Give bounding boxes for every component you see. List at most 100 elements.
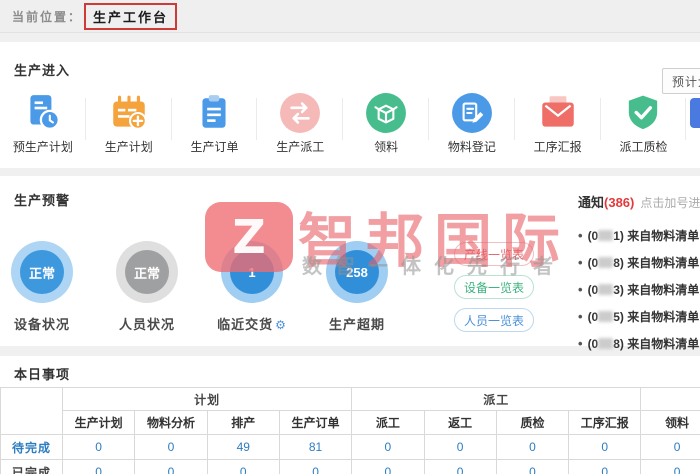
clipped-icon[interactable] [690, 98, 700, 128]
entry-item-label: 工序汇报 [534, 138, 582, 155]
cell-value[interactable]: 0 [135, 435, 207, 460]
gauge-value: 正常 [20, 250, 64, 294]
gauge-label-personnel: 人员状况 [87, 314, 207, 333]
doc-pen-icon [451, 92, 493, 134]
table-corner-cell [1, 388, 63, 435]
cell-value[interactable]: 0 [569, 435, 641, 460]
notice-list-item[interactable]: •(08) 来自物料清单：Su [578, 330, 700, 357]
redacted-text [598, 257, 613, 268]
breadcrumb: 当前位置： 生产工作台 [0, 0, 700, 33]
cell-value: 81 [279, 435, 351, 460]
column-header: 派工 [352, 411, 424, 435]
section-title-entry: 生产进入 [14, 60, 70, 79]
gauge-label-overdue: 生产超期 [297, 314, 417, 333]
redacted-text [598, 284, 613, 295]
entry-item-label: 派工质检 [619, 138, 667, 155]
notice-list-item[interactable]: •(03) 来自物料清单：55 [578, 276, 700, 303]
notice-panel: 通知(386)点击加号进行通知 •(01) 来自物料清单：飞 •(08) 来自物… [578, 192, 700, 357]
notice-list-item[interactable]: •(08) 来自物料清单：55 [578, 249, 700, 276]
cell-value[interactable]: 0 [207, 460, 279, 474]
table-row-completed: 已完成 0 0 0 0 0 0 0 0 0 [1, 460, 700, 474]
cell-value[interactable]: 0 [641, 435, 700, 460]
column-header: 生产订单 [279, 411, 351, 435]
doc-clock-icon [22, 92, 64, 134]
gauge-equipment-status[interactable]: 正常 [11, 241, 73, 303]
gauge-personnel-status[interactable]: 正常 [116, 241, 178, 303]
cell-value[interactable]: 0 [424, 435, 496, 460]
personnel-list-button[interactable]: 人员一览表 [454, 308, 534, 332]
cell-value[interactable]: 0 [279, 460, 351, 474]
entry-item-label: 预生产计划 [13, 138, 73, 155]
cell-value[interactable]: 49 [207, 435, 279, 460]
column-header: 工序汇报 [569, 411, 641, 435]
notice-count[interactable]: (386) [604, 195, 634, 210]
entry-icon-row: 预生产计划 生产计划 [0, 92, 700, 164]
bullet-icon: • [578, 228, 583, 243]
gauge-label-near-delivery: 临近交货⚙ [192, 314, 312, 333]
transfer-arrows-icon [279, 92, 321, 134]
cell-value[interactable]: 0 [352, 460, 424, 474]
notice-list-item[interactable]: •(05) 来自物料清单：1/ [578, 303, 700, 330]
cell-value[interactable]: 0 [352, 435, 424, 460]
column-header: 排产 [207, 411, 279, 435]
production-line-list-button[interactable]: 产线一览表 [454, 242, 534, 266]
table-row-pending: 待完成 0 0 49 81 0 0 0 0 0 [1, 435, 700, 460]
breadcrumb-current-page: 生产工作台 [84, 3, 177, 30]
shield-check-icon [622, 92, 664, 134]
gauge-value: 258 [335, 250, 379, 294]
envelope-icon [537, 92, 579, 134]
cell-value[interactable]: 0 [569, 460, 641, 474]
notice-list: •(01) 来自物料清单：飞 •(08) 来自物料清单：55 •(03) 来自物… [578, 222, 700, 357]
cell-value[interactable]: 0 [641, 460, 700, 474]
equipment-list-button[interactable]: 设备一览表 [454, 275, 534, 299]
preplan-button[interactable]: 预计划 [662, 68, 700, 94]
gauge-production-overdue[interactable]: 258 [326, 241, 388, 303]
cell-value[interactable]: 0 [135, 460, 207, 474]
cell-value[interactable]: 0 [63, 435, 135, 460]
entry-item-production-order[interactable]: 生产订单 [172, 92, 258, 164]
production-workbench-page: 当前位置： 生产工作台 生产进入 预计划 预生产计划 [0, 0, 700, 474]
column-header: 生产计划 [63, 411, 135, 435]
entry-item-production-dispatch[interactable]: 生产派工 [257, 92, 343, 164]
entry-item-pre-production-plan[interactable]: 预生产计划 [0, 92, 86, 164]
today-items-panel: 本日事项 计划 派工 生产计划 物料分析 排产 生产订单 派工 返工 [0, 356, 700, 474]
gauge-value: 1 [230, 250, 274, 294]
gauge-value: 正常 [125, 250, 169, 294]
row-label-completed: 已完成 [1, 460, 63, 474]
redacted-text [598, 311, 613, 322]
calendar-plus-icon [108, 92, 150, 134]
production-entry-panel: 生产进入 预计划 预生产计划 [0, 42, 700, 168]
cell-value[interactable]: 0 [424, 460, 496, 474]
entry-item-material-picking[interactable]: 领料 [343, 92, 429, 164]
breadcrumb-label: 当前位置： [12, 8, 82, 25]
bullet-icon: • [578, 309, 583, 324]
section-title-warning: 生产预警 [14, 190, 70, 209]
redacted-text [598, 338, 613, 349]
entry-item-material-register[interactable]: 物料登记 [429, 92, 515, 164]
entry-item-label: 领料 [374, 138, 398, 155]
column-header: 返工 [424, 411, 496, 435]
production-warning-panel: 生产预警 正常 正常 1 258 设备状况 人员状况 临近交货⚙ 生产超期 产线… [0, 176, 700, 346]
notice-header: 通知(386)点击加号进行通知 [578, 192, 700, 211]
gear-icon[interactable]: ⚙ [275, 318, 287, 332]
entry-item-label: 生产计划 [105, 138, 153, 155]
column-header: 质检 [496, 411, 568, 435]
bullet-icon: • [578, 282, 583, 297]
today-items-table: 计划 派工 生产计划 物料分析 排产 生产订单 派工 返工 质检 工序汇报 领料… [0, 387, 700, 474]
column-header: 领料 [641, 411, 700, 435]
notice-list-item[interactable]: •(01) 来自物料清单：飞 [578, 222, 700, 249]
entry-item-dispatch-qc[interactable]: 派工质检 [601, 92, 687, 164]
column-group-dispatch: 派工 [352, 388, 641, 411]
entry-item-production-plan[interactable]: 生产计划 [86, 92, 172, 164]
section-title-today: 本日事项 [14, 364, 70, 383]
column-group-plan: 计划 [63, 388, 352, 411]
gauge-near-delivery[interactable]: 1 [221, 241, 283, 303]
clipboard-icon [193, 92, 235, 134]
cell-value[interactable]: 0 [496, 460, 568, 474]
row-label-pending: 待完成 [1, 435, 63, 460]
notice-title: 通知 [578, 195, 604, 210]
cell-value[interactable]: 0 [63, 460, 135, 474]
cell-value[interactable]: 0 [496, 435, 568, 460]
entry-item-process-report[interactable]: 工序汇报 [515, 92, 601, 164]
box-icon [365, 92, 407, 134]
